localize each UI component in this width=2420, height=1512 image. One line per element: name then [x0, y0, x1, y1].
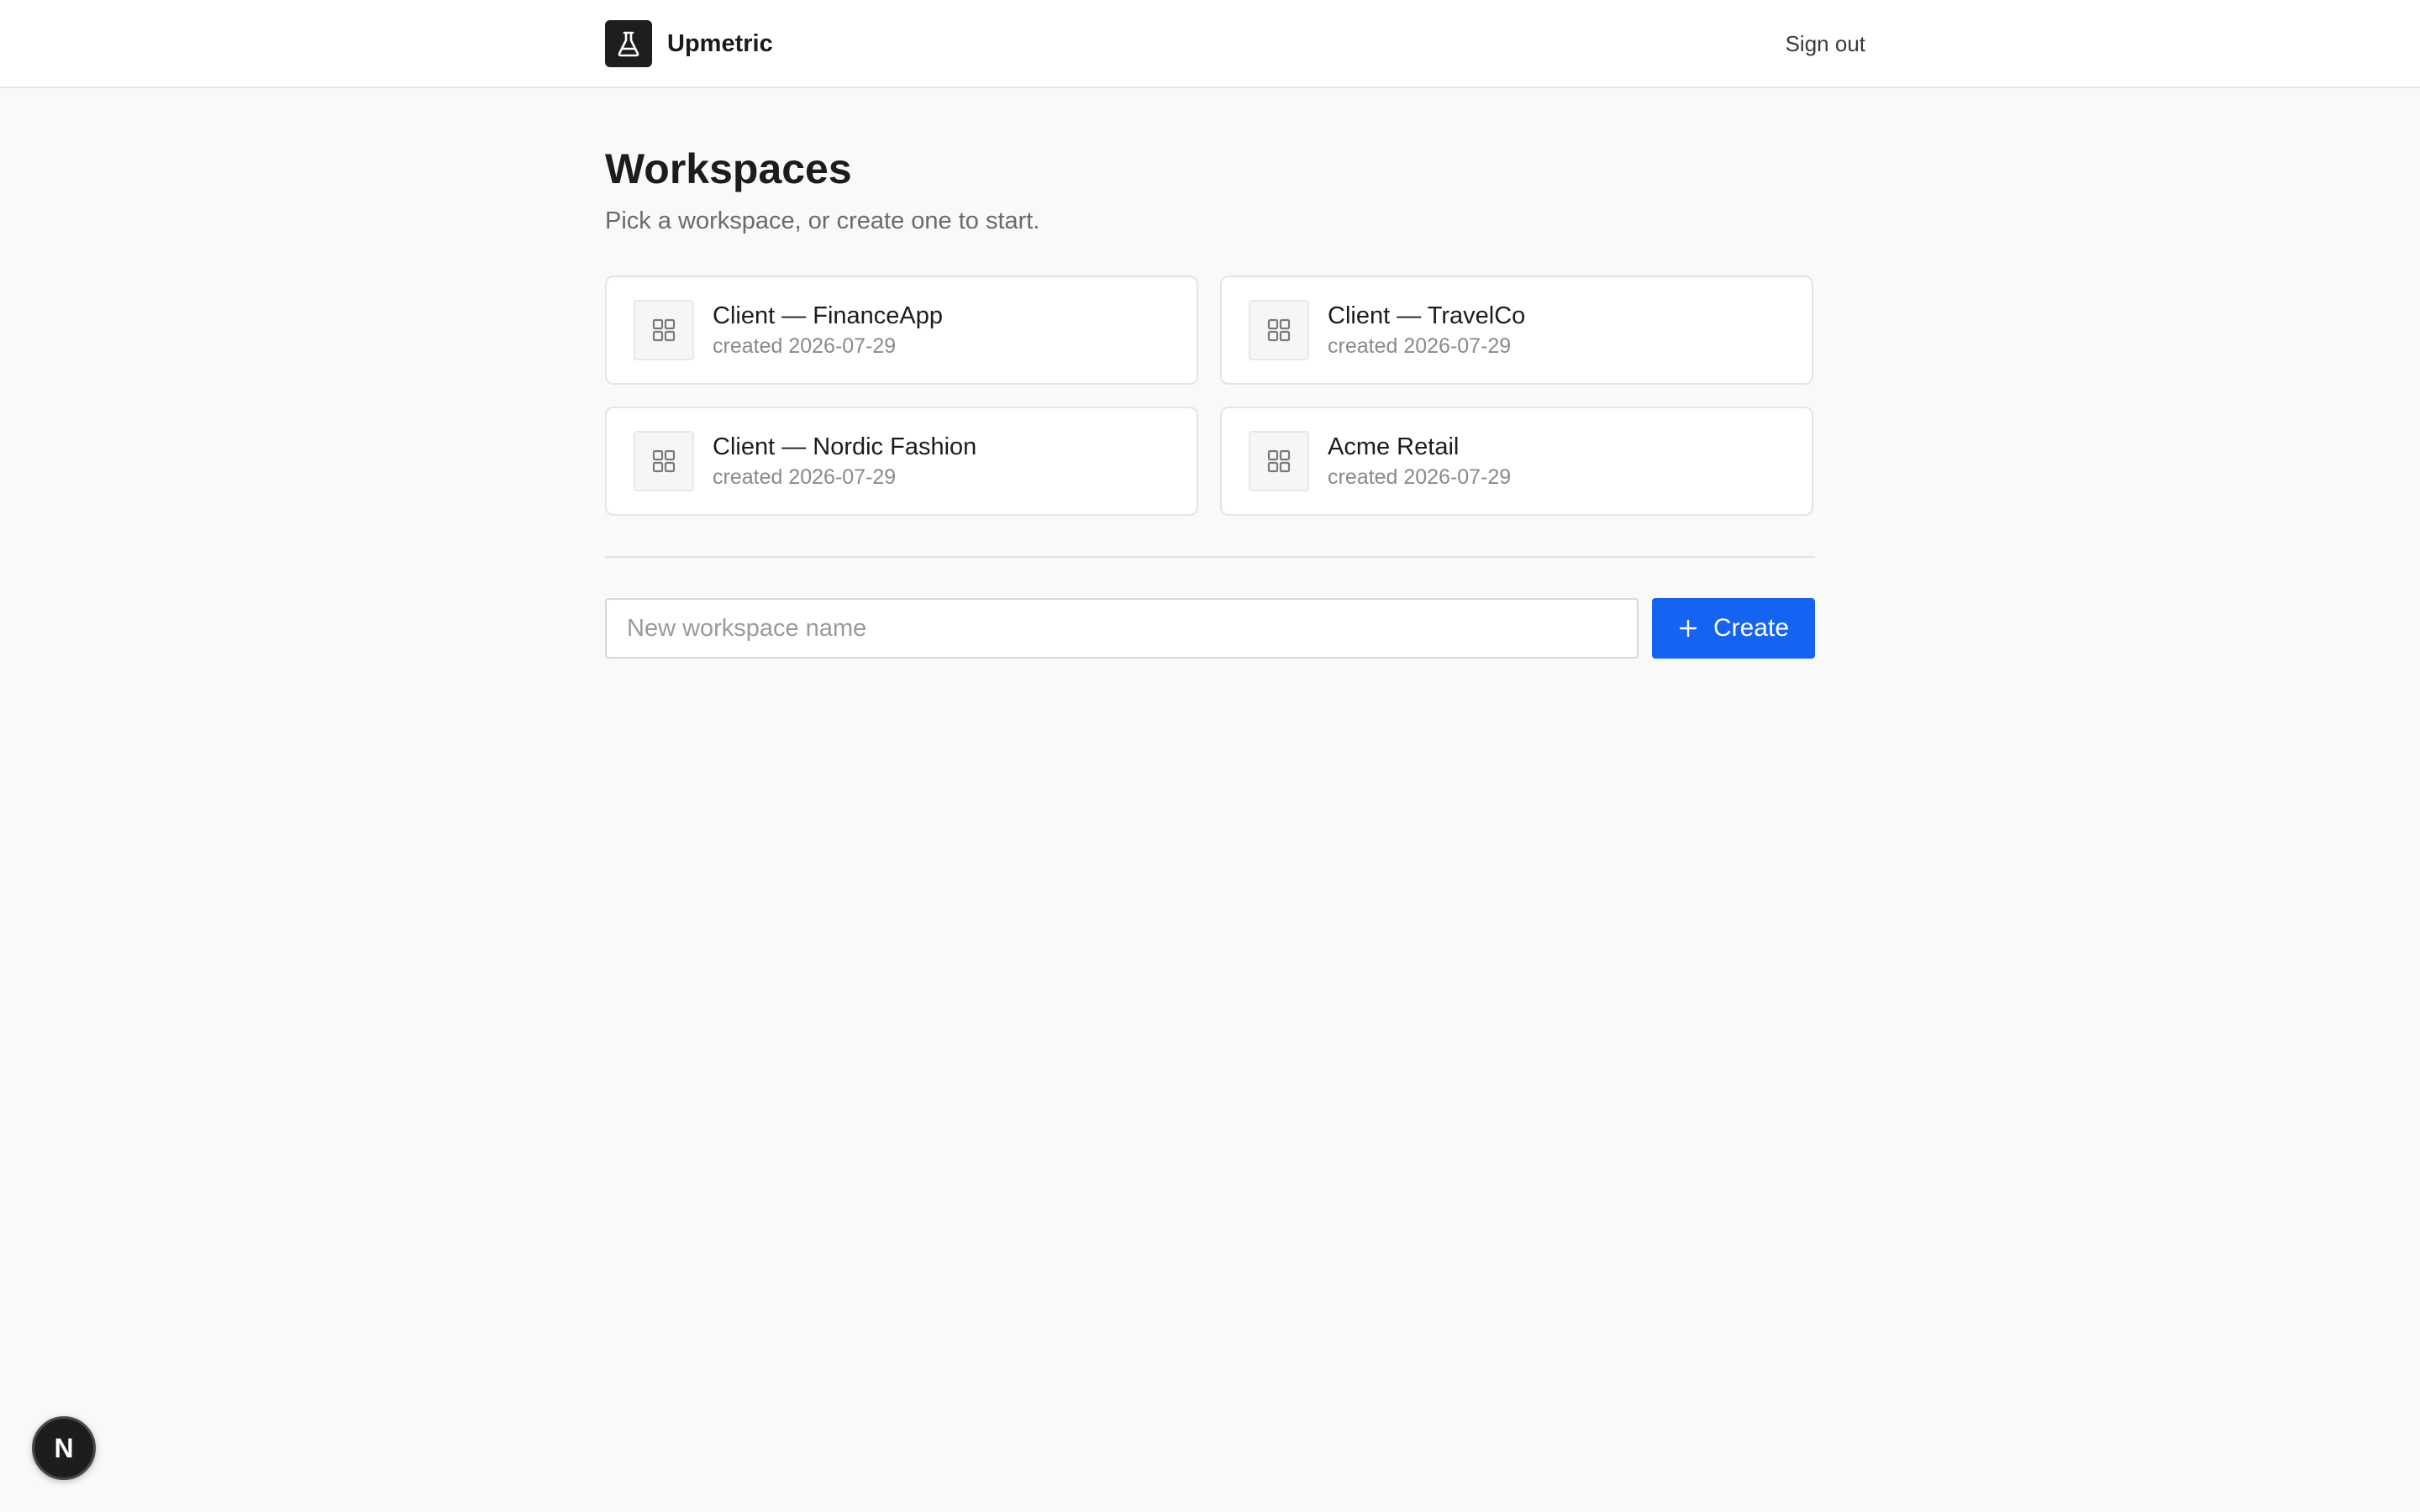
workspace-name: Client — Nordic Fashion [713, 433, 977, 460]
workspace-grid: Client — FinanceApp created 2026-07-29 C… [605, 276, 1815, 516]
page-title: Workspaces [605, 145, 852, 192]
workspace-created-date: created 2026-07-29 [1328, 465, 1512, 489]
section-divider [605, 556, 1815, 558]
workspace-name: Client — FinanceApp [713, 302, 944, 329]
workspace-name: Client — TravelCo [1328, 302, 1526, 329]
brand-name: Upmetric [667, 29, 773, 57]
main-content: Workspaces Pick a workspace, or create o… [605, 143, 1815, 659]
brand[interactable]: Upmetric [605, 20, 773, 67]
top-bar: Upmetric Sign out [0, 0, 2420, 88]
create-button-label: Create [1712, 614, 1790, 642]
dev-tools-badge[interactable]: N [32, 1416, 96, 1480]
new-workspace-name-input[interactable] [605, 598, 1639, 659]
grid-icon [1249, 300, 1309, 360]
workspace-card[interactable]: Client — TravelCo created 2026-07-29 [1220, 276, 1813, 385]
sign-out-button[interactable]: Sign out [1769, 25, 1882, 62]
create-workspace-row: Create [605, 598, 1815, 659]
workspace-card[interactable]: Client — FinanceApp created 2026-07-29 [605, 276, 1198, 385]
workspace-created-date: created 2026-07-29 [1328, 334, 1512, 358]
workspace-card[interactable]: Client — Nordic Fashion created 2026-07-… [605, 407, 1198, 516]
create-button[interactable]: Create [1652, 598, 1815, 659]
workspace-created-date: created 2026-07-29 [713, 465, 897, 489]
flask-icon [605, 20, 652, 67]
workspace-created-date: created 2026-07-29 [713, 334, 897, 358]
page-subtitle: Pick a workspace, or create one to start… [605, 207, 1040, 234]
grid-icon [634, 300, 694, 360]
dev-badge-letter: N [54, 1432, 74, 1463]
workspace-name: Acme Retail [1328, 433, 1460, 460]
workspace-card[interactable]: Acme Retail created 2026-07-29 [1220, 407, 1813, 516]
plus-icon [1678, 618, 1698, 638]
grid-icon [1249, 431, 1309, 491]
grid-icon [634, 431, 694, 491]
